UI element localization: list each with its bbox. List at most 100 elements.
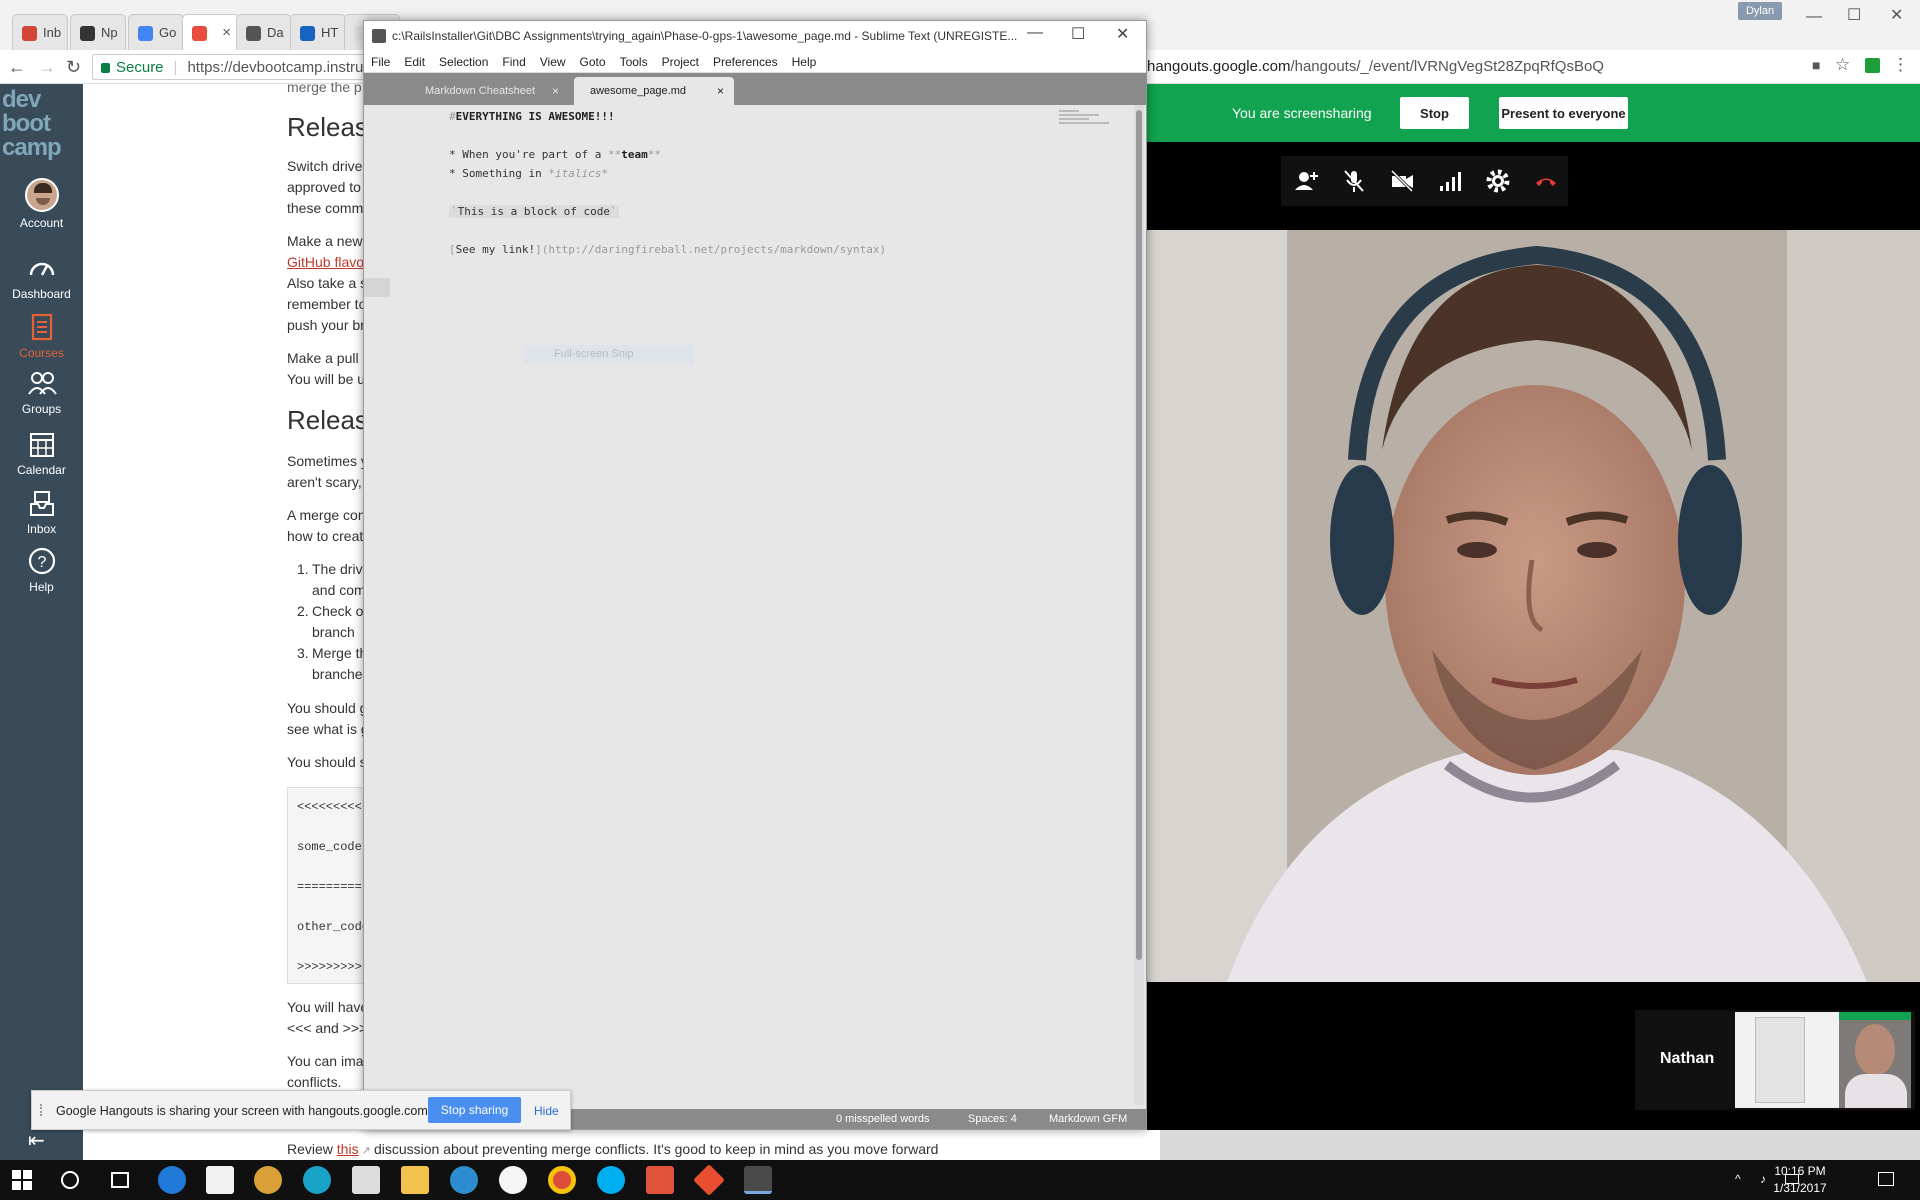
vertical-scrollbar[interactable]	[1134, 105, 1144, 1105]
app-icon[interactable]	[254, 1166, 282, 1194]
collapse-nav-icon[interactable]: ⇤	[28, 1128, 45, 1153]
store-icon[interactable]	[206, 1166, 234, 1194]
chrome-user-badge[interactable]: Dylan	[1738, 2, 1782, 20]
menu-find[interactable]: Find	[495, 51, 532, 69]
skype-icon[interactable]	[597, 1166, 625, 1194]
indentation-status[interactable]: Spaces: 4	[968, 1113, 1017, 1125]
app-icon[interactable]	[450, 1166, 478, 1194]
drag-handle-icon[interactable]	[40, 1104, 46, 1116]
windows-start-icon[interactable]	[12, 1170, 32, 1190]
chrome-tab[interactable]: HT	[290, 14, 346, 50]
spellcheck-status[interactable]: 0 misspelled words	[836, 1113, 930, 1125]
extension-icon[interactable]	[1865, 58, 1880, 73]
settings-icon[interactable]	[1485, 168, 1511, 194]
menu-preferences[interactable]: Preferences	[706, 51, 785, 69]
nav-dashboard[interactable]: Dashboard	[0, 253, 83, 301]
tab-markdown-cheatsheet[interactable]: Markdown Cheatsheet ×	[409, 77, 569, 105]
cursor-line-highlight	[364, 278, 390, 297]
menu-goto[interactable]: Goto	[573, 51, 613, 69]
app-icon[interactable]	[303, 1166, 331, 1194]
nav-label: Inbox	[26, 522, 57, 536]
app-icon[interactable]	[646, 1166, 674, 1194]
camera-off-icon[interactable]	[1389, 168, 1415, 194]
minimize-icon[interactable]: —	[1027, 24, 1043, 42]
signal-icon[interactable]	[1437, 168, 1463, 194]
participant-video-frame	[1147, 230, 1920, 982]
slack-icon[interactable]	[499, 1166, 527, 1194]
nav-label: Courses	[19, 346, 64, 360]
hang-up-icon[interactable]	[1533, 168, 1559, 194]
close-icon[interactable]: ✕	[1890, 5, 1903, 25]
chrome-tab[interactable]: ×	[182, 14, 240, 50]
minimize-icon[interactable]: —	[1806, 8, 1822, 26]
nav-help[interactable]: ? Help	[0, 546, 83, 594]
nav-calendar[interactable]: Calendar	[0, 429, 83, 477]
scrollbar-thumb[interactable]	[1136, 110, 1142, 960]
close-tab-icon[interactable]: ×	[717, 84, 724, 98]
devbootcamp-logo[interactable]: dev boot camp	[2, 88, 62, 160]
merge-conflict-code-block: <<<<<<<<< some_code ========= other_code…	[287, 787, 369, 984]
github-flavored-link[interactable]: GitHub flavo	[287, 254, 364, 270]
sublime-taskbar-icon[interactable]	[744, 1166, 772, 1194]
nav-account[interactable]: Account	[0, 178, 83, 230]
chrome-icon[interactable]	[548, 1166, 576, 1194]
back-icon[interactable]: ←	[8, 57, 26, 78]
list-item-number: 1.	[297, 561, 309, 577]
tab-awesome-page[interactable]: awesome_page.md ×	[574, 77, 734, 105]
menu-file[interactable]: File	[364, 51, 397, 69]
hide-notification-button[interactable]: Hide	[534, 1104, 559, 1118]
review-link[interactable]: this	[337, 1141, 359, 1157]
page-text: Make a pull r	[287, 350, 368, 366]
clock[interactable]: 10:16 PM 1/31/2017	[1765, 1163, 1835, 1197]
maximize-icon[interactable]: ☐	[1071, 24, 1085, 44]
camera-permission-icon[interactable]: ■	[1812, 57, 1820, 73]
search-icon[interactable]	[61, 1171, 79, 1189]
notifications-icon[interactable]	[1878, 1172, 1894, 1186]
file-explorer-icon[interactable]	[401, 1166, 429, 1194]
menu-selection[interactable]: Selection	[432, 51, 495, 69]
page-text: Switch drive	[287, 158, 363, 174]
page-text: how to creat	[287, 528, 364, 544]
nav-groups[interactable]: Groups	[0, 368, 83, 416]
chrome-tab[interactable]: Go	[128, 14, 184, 50]
chrome-tab[interactable]: Inb	[12, 14, 68, 50]
nav-label: Dashboard	[12, 287, 71, 301]
nav-label: Account	[19, 216, 64, 230]
participant-name[interactable]: Nathan	[1660, 1050, 1714, 1068]
present-to-everyone-button[interactable]: Present to everyone	[1499, 97, 1628, 129]
menu-icon[interactable]: ⋮	[1892, 55, 1909, 75]
menu-help[interactable]: Help	[785, 51, 824, 69]
menu-tools[interactable]: Tools	[613, 51, 655, 69]
syntax-status[interactable]: Markdown GFM	[1049, 1113, 1127, 1125]
app-icon[interactable]	[352, 1166, 380, 1194]
nav-courses[interactable]: Courses	[0, 312, 83, 360]
chrome-tab[interactable]: Da	[236, 14, 292, 50]
menu-view[interactable]: View	[533, 51, 573, 69]
reload-icon[interactable]: ↻	[66, 57, 81, 78]
close-tab-icon[interactable]: ×	[552, 84, 559, 98]
editor-text-area[interactable]: #EVERYTHING IS AWESOME!!! * When you're …	[364, 105, 1146, 1105]
edge-icon[interactable]	[158, 1166, 186, 1194]
stop-screenshare-button[interactable]: Stop	[1400, 97, 1469, 129]
tab-label: Np	[101, 25, 118, 40]
mute-mic-icon[interactable]	[1341, 168, 1367, 194]
minimap[interactable]	[1059, 110, 1114, 128]
bookmark-star-icon[interactable]: ☆	[1835, 55, 1850, 75]
close-tab-icon[interactable]: ×	[222, 24, 231, 41]
add-person-icon[interactable]	[1293, 168, 1319, 194]
close-icon[interactable]: ✕	[1116, 24, 1129, 44]
tray-overflow-icon[interactable]: ^	[1735, 1172, 1741, 1186]
stop-sharing-button[interactable]: Stop sharing	[428, 1097, 521, 1123]
chrome-tab[interactable]: Np	[70, 14, 126, 50]
maximize-icon[interactable]: ☐	[1847, 5, 1861, 25]
menu-edit[interactable]: Edit	[397, 51, 432, 69]
hangouts-address-bar[interactable]: hangouts.google.com/hangouts/_/event/lVR…	[1147, 55, 1807, 79]
menu-project[interactable]: Project	[655, 51, 706, 69]
nav-inbox[interactable]: Inbox	[0, 488, 83, 536]
forward-icon[interactable]: →	[38, 57, 56, 78]
self-view-thumbnail[interactable]	[1735, 1012, 1911, 1108]
task-view-icon[interactable]	[111, 1172, 129, 1188]
nav-label: Groups	[21, 402, 62, 416]
list-item: The drive	[312, 561, 371, 577]
window-title: c:\RailsInstaller\Git\DBC Assignments\tr…	[392, 29, 1018, 43]
